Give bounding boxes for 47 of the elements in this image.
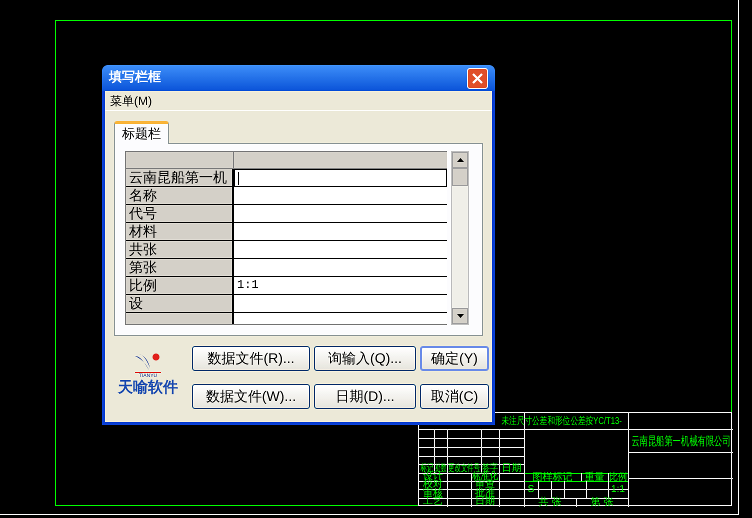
row-label: 云南昆船第一机 [126,169,234,187]
block-label: 日期 [502,465,522,473]
value-field[interactable]: 1:1 [234,277,447,295]
down-arrow-icon [456,314,464,318]
close-icon [472,72,483,84]
block-label: 批准 [475,490,495,498]
block-label: 标记 [420,465,433,473]
scrollbar[interactable] [451,151,469,325]
value-field[interactable] [234,223,447,241]
value-field[interactable] [234,205,447,223]
value-field[interactable] [234,259,447,277]
row-label: 比例 [126,277,234,295]
dialog-button[interactable]: 日期(D)... [314,384,416,409]
row-label: 代号 [126,205,234,223]
row-label: 共张 [126,241,234,259]
window-title: 填写栏框 [109,69,161,88]
value-field[interactable] [234,169,447,187]
block-label: 审核 [423,490,443,498]
block-label: 校对 [423,481,443,489]
block-label: 签字 [482,465,498,473]
row-label: 设 [126,295,234,313]
close-button[interactable] [467,68,488,88]
dialog-button[interactable]: 询输入(Q)... [314,346,416,371]
value-field[interactable] [234,187,447,205]
dialog-button[interactable]: 数据文件(W)... [192,384,310,409]
up-arrow-icon [456,158,464,162]
tab[interactable]: 标题栏 [114,121,169,144]
value-field[interactable] [234,295,447,313]
company-name: 云南昆船第一机械有限公司 [630,437,730,445]
block-label: 处数 [435,465,446,473]
block-label: 审查 [475,481,495,489]
value-field[interactable] [234,241,447,259]
menu-item[interactable]: 菜单(M) [110,92,152,110]
row-label: 第张 [126,259,234,277]
block-label: 日期 [475,498,495,506]
scroll-thumb[interactable] [452,168,468,186]
scroll-up-button[interactable] [452,152,468,168]
logo-text: 天喻软件 [118,379,178,396]
block-label: 设计 [423,473,443,481]
row-label: 材料 [126,223,234,241]
dialog-button[interactable]: 取消(C) [420,384,489,409]
block-label: 工艺 [423,498,443,506]
scroll-down-button[interactable] [452,308,468,324]
block-label: 标准化 [472,473,498,481]
row-label: 名称 [126,187,234,205]
dialog-button[interactable]: 数据文件(R)... [192,346,310,371]
dialog-button[interactable]: 确定(Y) [420,346,489,371]
